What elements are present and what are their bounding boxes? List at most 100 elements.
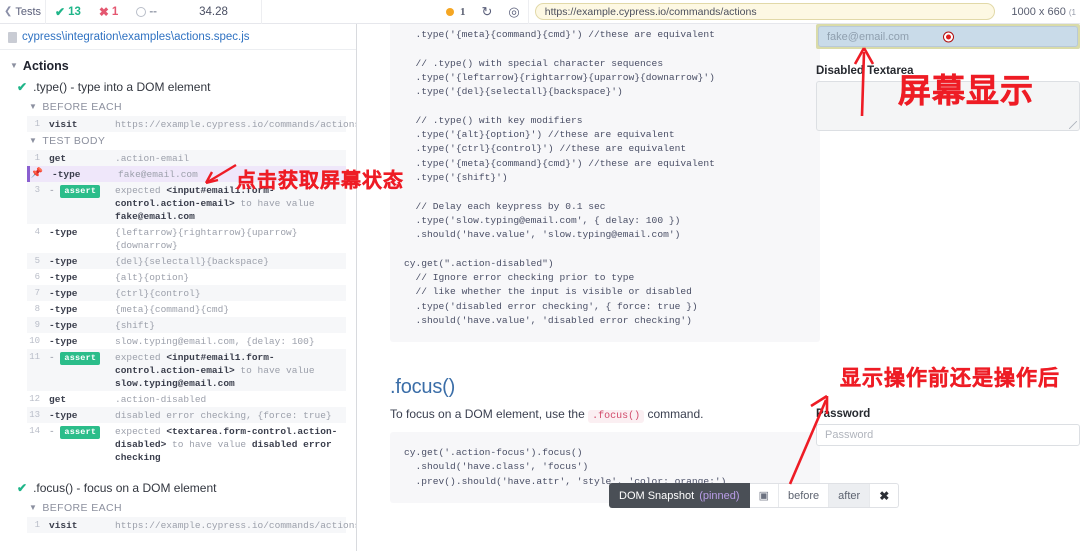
- selector-playground-button[interactable]: ◎: [500, 0, 529, 24]
- file-icon: [8, 31, 17, 43]
- snapshot-image-icon: ▣: [758, 490, 769, 502]
- duration-value: 34.28: [199, 5, 228, 18]
- command-row-assert[interactable]: 14 - assert expected <textarea.form-cont…: [27, 423, 346, 465]
- chevron-left-icon: ❮: [3, 6, 13, 17]
- hook-label: BEFORE EACH: [42, 101, 122, 113]
- command-name: -type: [49, 255, 78, 267]
- command-row[interactable]: 6 -type {alt}{option}: [27, 269, 346, 285]
- command-row[interactable]: 1 visit https://example.cypress.io/comma…: [27, 116, 356, 132]
- command-name: -type: [49, 303, 78, 315]
- command-row-assert[interactable]: 11 - assert expected <input#email1.form-…: [27, 349, 346, 391]
- annotation-before-after: 显示操作前还是操作后: [840, 366, 1060, 390]
- selector-playground-icon: ◎: [508, 3, 520, 19]
- command-row[interactable]: 9 -type {shift}: [27, 317, 346, 333]
- command-number: 1: [34, 519, 40, 530]
- command-name: -type: [49, 335, 78, 347]
- command-row[interactable]: 12 get .action-disabled: [27, 391, 346, 407]
- snapshot-image-button[interactable]: ▣: [750, 484, 779, 507]
- assert-message-mid: to have value: [234, 197, 315, 209]
- passed-tests-stat[interactable]: ✔ 13: [46, 0, 90, 24]
- password-label: Password: [816, 408, 871, 420]
- url-input[interactable]: https://example.cypress.io/commands/acti…: [534, 3, 996, 20]
- command-list-before-each-1: 1 visit https://example.cypress.io/comma…: [0, 116, 356, 132]
- command-row[interactable]: 5 -type {del}{selectall}{backspace}: [27, 253, 346, 269]
- command-number: 14: [29, 425, 40, 436]
- command-message: {shift}: [115, 319, 155, 331]
- command-row[interactable]: 4 -type {leftarrow}{rightarrow}{uparrow}…: [27, 224, 346, 253]
- assert-badge: assert: [60, 351, 101, 365]
- test-title-focus[interactable]: ✔ .focus() - focus on a DOM element: [0, 477, 356, 499]
- test-title-type[interactable]: ✔ .type() - type into a DOM element: [0, 76, 356, 98]
- pending-count: --: [149, 5, 157, 18]
- dom-snapshot-controls: ▣ before after ✖: [749, 483, 900, 508]
- snapshot-after-label: after: [838, 489, 861, 502]
- assert-message-pre: expected: [115, 184, 167, 196]
- circle-icon: [136, 6, 147, 17]
- hook-test-body-1[interactable]: ▼ TEST BODY: [0, 132, 356, 150]
- command-number: 3: [34, 184, 40, 195]
- assert-badge: assert: [60, 425, 101, 439]
- back-to-tests-button[interactable]: ❮ Tests: [0, 0, 46, 24]
- dom-snapshot-title: DOM Snapshot: [619, 489, 695, 502]
- chevron-down-icon: ▼: [29, 136, 38, 145]
- reload-button[interactable]: ↻: [474, 0, 501, 24]
- assert-message-mid: to have value: [234, 364, 315, 376]
- command-name: -type: [49, 271, 78, 283]
- viewport-size-value: 1000 x 660: [1011, 5, 1066, 18]
- failed-tests-stat[interactable]: ✖ 1: [90, 0, 127, 24]
- command-row[interactable]: 13 -type disabled error checking, {force…: [27, 407, 346, 423]
- command-list-test-body-1: 1 get .action-email 📌 -type fake@email.c…: [0, 150, 356, 465]
- snapshot-close-button[interactable]: ✖: [870, 484, 898, 507]
- command-name: visit: [49, 519, 78, 531]
- command-log-sidebar[interactable]: cypress\integration\examples\actions.spe…: [0, 24, 357, 551]
- command-name: get: [49, 393, 67, 405]
- page-title-focus: .focus(): [390, 376, 456, 398]
- command-row[interactable]: 10 -type slow.typing@email.com, {delay: …: [27, 333, 346, 349]
- command-row[interactable]: 1 visit https://example.cypress.io/comma…: [27, 517, 356, 533]
- command-message: https://example.cypress.io/commands/acti…: [115, 118, 357, 130]
- assert-badge: assert: [60, 184, 101, 198]
- reload-icon: ↻: [481, 3, 493, 19]
- failed-count: 1: [111, 5, 119, 18]
- email-field[interactable]: fake@email.com: [818, 26, 1078, 47]
- suite-name: Actions: [22, 59, 69, 73]
- focus-desc-post: command.: [644, 407, 704, 421]
- suite-title-row[interactable]: ▼ Actions: [0, 56, 356, 76]
- assert-value: fake@email.com: [115, 210, 195, 222]
- command-number: 9: [34, 319, 40, 330]
- command-name: - assert: [49, 351, 115, 365]
- password-field[interactable]: Password: [816, 424, 1080, 446]
- check-icon: ✔: [17, 481, 28, 495]
- command-name: - assert: [49, 184, 115, 198]
- command-number: 4: [34, 226, 40, 237]
- pending-tests-stat[interactable]: --: [127, 0, 166, 24]
- command-number: 1: [34, 118, 40, 129]
- command-name: -type: [49, 319, 78, 331]
- spec-file-header[interactable]: cypress\integration\examples\actions.spe…: [0, 24, 356, 50]
- run-indicator[interactable]: 1: [438, 0, 474, 24]
- command-number: 8: [34, 303, 40, 314]
- hook-before-each-2[interactable]: ▼ BEFORE EACH: [0, 499, 356, 517]
- hook-label: TEST BODY: [42, 135, 106, 147]
- chevron-down-icon: ▼: [29, 503, 38, 512]
- command-name: visit: [49, 118, 78, 130]
- url-bar-container: https://example.cypress.io/commands/acti…: [529, 0, 1002, 24]
- hook-before-each-1[interactable]: ▼ BEFORE EACH: [0, 98, 356, 116]
- command-message: disabled error checking, {force: true}: [115, 409, 332, 421]
- command-message: {alt}{option}: [115, 271, 190, 283]
- spec-file-path: cypress\integration\examples\actions.spe…: [22, 31, 250, 43]
- snapshot-before-button[interactable]: before: [779, 484, 830, 507]
- snapshot-after-button[interactable]: after: [829, 484, 871, 507]
- command-number: 12: [29, 393, 40, 404]
- viewport-scale-value: (1: [1068, 7, 1076, 17]
- command-message: .action-email: [115, 152, 190, 164]
- assert-message-pre: expected: [115, 351, 167, 363]
- assert-message-mid: to have value: [166, 438, 252, 450]
- command-row[interactable]: 7 -type {ctrl}{control}: [27, 285, 346, 301]
- command-name: get: [49, 152, 67, 164]
- command-name: -type: [49, 226, 78, 238]
- assert-value: slow.typing@email.com: [115, 377, 235, 389]
- command-row[interactable]: 8 -type {meta}{command}{cmd}: [27, 301, 346, 317]
- command-message: slow.typing@email.com, {delay: 100}: [115, 335, 315, 347]
- snapshot-before-label: before: [787, 489, 820, 502]
